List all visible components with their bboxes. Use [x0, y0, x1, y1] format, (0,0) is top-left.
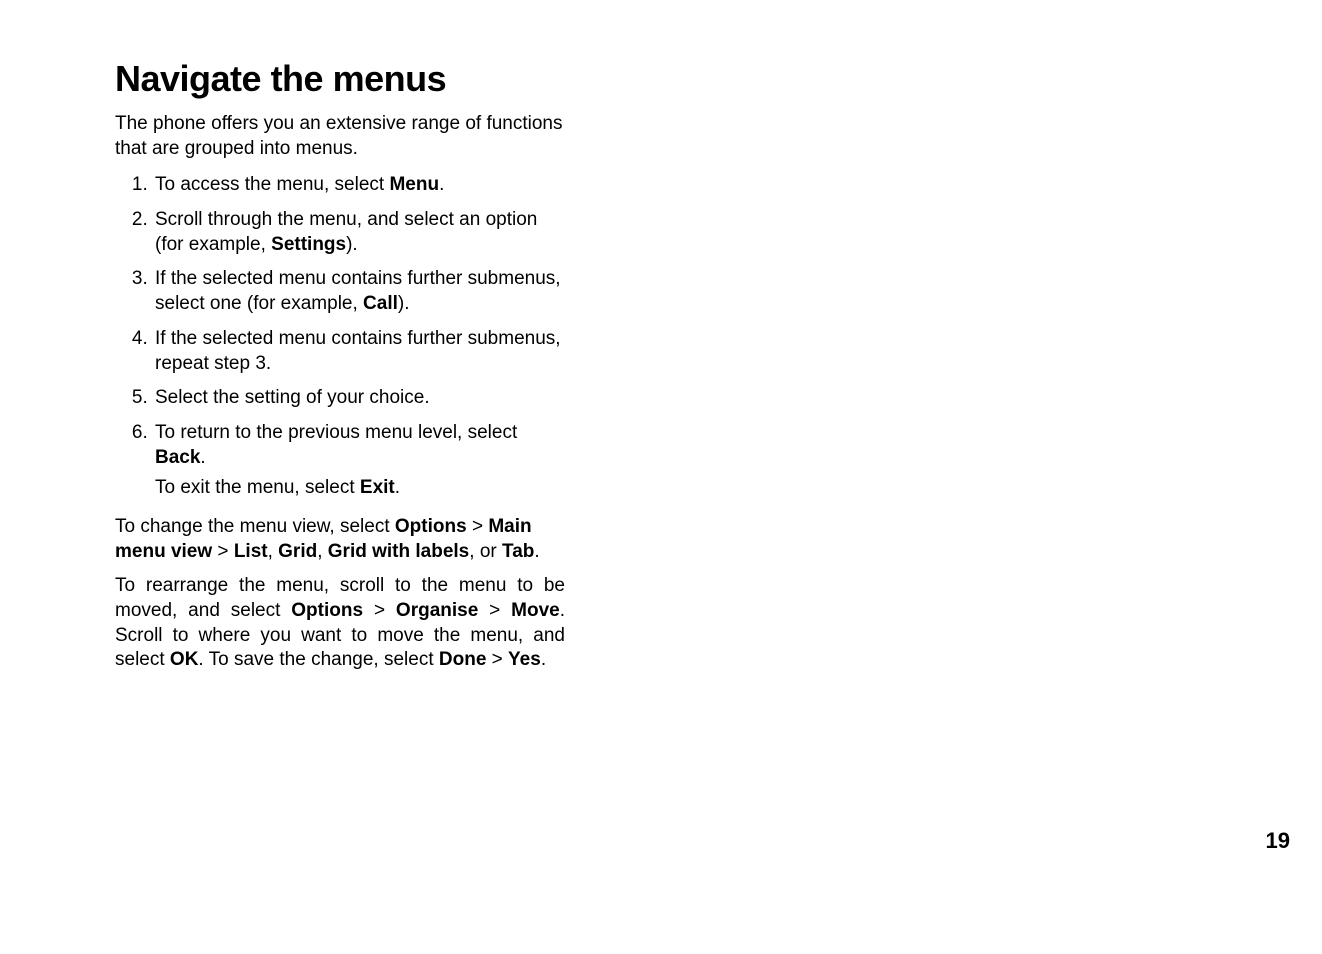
step-text: To access the menu, select: [155, 174, 389, 195]
back-label: Back: [155, 447, 200, 468]
tab-label: Tab: [502, 541, 534, 562]
separator: >: [467, 516, 489, 537]
step-text: If the selected menu contains further su…: [155, 328, 561, 374]
step-text: .: [439, 174, 444, 195]
step-6: To return to the previous menu level, se…: [153, 421, 565, 501]
step-text: .: [395, 477, 400, 498]
page-content: Navigate the menus The phone offers you …: [115, 58, 565, 683]
step-text: Select the setting of your choice.: [155, 387, 430, 408]
para-text: ,: [317, 541, 328, 562]
step-6-sub: To exit the menu, select Exit.: [155, 476, 565, 501]
grid-with-labels-label: Grid with labels: [328, 541, 469, 562]
step-text: ).: [346, 234, 358, 255]
page-number: 19: [1266, 828, 1290, 854]
para-text: To change the menu view, select: [115, 516, 395, 537]
call-label: Call: [363, 293, 398, 314]
settings-label: Settings: [271, 234, 346, 255]
separator: >: [212, 541, 234, 562]
step-text: To exit the menu, select: [155, 477, 360, 498]
step-text: If the selected menu contains further su…: [155, 268, 561, 314]
ok-label: OK: [170, 649, 199, 670]
grid-label: Grid: [278, 541, 317, 562]
move-label: Move: [511, 600, 560, 621]
yes-label: Yes: [508, 649, 541, 670]
organise-label: Organise: [396, 600, 478, 621]
para-text: .: [541, 649, 546, 670]
step-4: If the selected menu contains further su…: [153, 327, 565, 376]
exit-label: Exit: [360, 477, 395, 498]
para-text: ,: [268, 541, 279, 562]
list-label: List: [234, 541, 268, 562]
step-text: To return to the previous menu level, se…: [155, 422, 517, 443]
intro-paragraph: The phone offers you an extensive range …: [115, 112, 565, 161]
rearrange-paragraph: To rearrange the menu, scroll to the men…: [115, 574, 565, 673]
step-3: If the selected menu contains further su…: [153, 267, 565, 316]
options-label: Options: [395, 516, 467, 537]
separator: >: [486, 649, 508, 670]
step-5: Select the setting of your choice.: [153, 386, 565, 411]
done-label: Done: [439, 649, 487, 670]
change-view-paragraph: To change the menu view, select Options …: [115, 515, 565, 564]
separator: >: [363, 600, 396, 621]
step-text: .: [200, 447, 205, 468]
step-2: Scroll through the menu, and select an o…: [153, 208, 565, 257]
step-1: To access the menu, select Menu.: [153, 173, 565, 198]
page-title: Navigate the menus: [115, 58, 565, 100]
steps-list: To access the menu, select Menu. Scroll …: [115, 173, 565, 501]
para-text: .: [534, 541, 539, 562]
step-text: ).: [398, 293, 410, 314]
options-label: Options: [291, 600, 363, 621]
para-text: . To save the change, select: [198, 649, 438, 670]
separator: >: [478, 600, 511, 621]
para-text: , or: [469, 541, 502, 562]
menu-label: Menu: [389, 174, 439, 195]
